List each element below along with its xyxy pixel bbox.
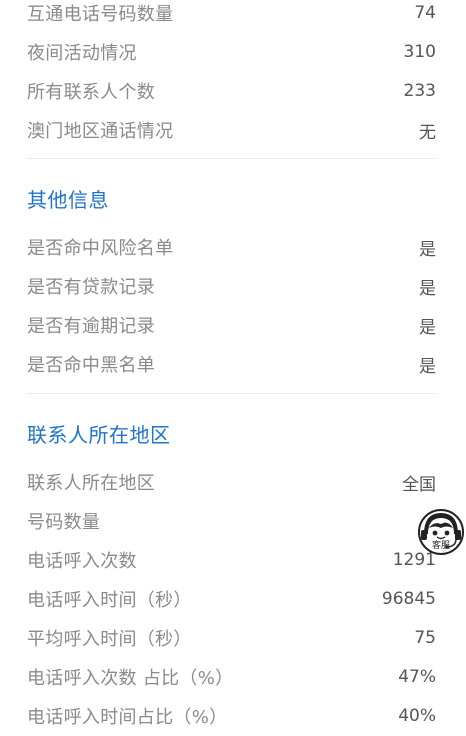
- section-divider: [27, 158, 436, 159]
- section-title-other-info: 其他信息: [27, 188, 109, 212]
- row-value: 是: [419, 356, 436, 377]
- summary-row-mutual-numbers: 互通电话号码数量 74: [27, 0, 436, 26]
- row-label: 是否有贷款记录: [27, 277, 156, 298]
- row-label: 是否有逾期记录: [27, 316, 156, 337]
- row-label: 澳门地区通话情况: [27, 121, 174, 142]
- section-divider: [27, 393, 436, 394]
- row-value: 74: [414, 3, 436, 23]
- region-row-incoming-time: 电话呼入时间（秒） 96845: [27, 586, 436, 612]
- other-row-risk-list: 是否命中风险名单 是: [27, 234, 436, 260]
- row-label: 互通电话号码数量: [27, 4, 174, 25]
- row-value: 310: [403, 42, 436, 62]
- row-label: 电话呼入次数: [27, 551, 137, 572]
- row-label: 电话呼入时间占比（%）: [27, 707, 228, 728]
- other-row-loan-record: 是否有贷款记录 是: [27, 273, 436, 299]
- region-row-calls-ratio: 电话呼入次数 占比（%） 47%: [27, 664, 436, 690]
- region-row-area: 联系人所在地区 全国: [27, 469, 436, 495]
- region-row-number-count: 号码数量 1: [27, 508, 436, 534]
- row-value: 75: [414, 628, 436, 648]
- row-value: 无: [419, 122, 436, 143]
- row-label: 电话呼入时间（秒）: [27, 590, 192, 611]
- summary-row-macau-calls: 澳门地区通话情况 无: [27, 117, 436, 143]
- region-row-average-time: 平均呼入时间（秒） 75: [27, 625, 436, 651]
- customer-service-icon: 客服: [418, 509, 464, 555]
- row-value: 是: [419, 239, 436, 260]
- row-label: 电话呼入次数 占比（%）: [27, 668, 234, 689]
- other-row-blacklist: 是否命中黑名单 是: [27, 351, 436, 377]
- row-value: 96845: [381, 589, 436, 609]
- summary-row-contacts-count: 所有联系人个数 233: [27, 78, 436, 104]
- row-value: 全国: [402, 474, 436, 495]
- row-value: 40%: [398, 706, 436, 726]
- summary-row-night-activity: 夜间活动情况 310: [27, 39, 436, 65]
- other-row-overdue-record: 是否有逾期记录 是: [27, 312, 436, 338]
- customer-service-label: 客服: [432, 539, 450, 551]
- customer-service-button[interactable]: 客服: [416, 506, 466, 562]
- row-label: 所有联系人个数: [27, 82, 156, 103]
- section-title-contact-region: 联系人所在地区: [27, 423, 171, 447]
- row-value: 233: [403, 81, 436, 101]
- row-label: 是否命中黑名单: [27, 355, 156, 376]
- region-row-time-ratio: 电话呼入时间占比（%） 40%: [27, 703, 436, 729]
- row-value: 是: [419, 278, 436, 299]
- row-label: 夜间活动情况: [27, 43, 137, 64]
- region-row-incoming-calls: 电话呼入次数 1291: [27, 547, 436, 573]
- row-label: 联系人所在地区: [27, 473, 156, 494]
- row-value: 是: [419, 317, 436, 338]
- row-label: 号码数量: [27, 512, 101, 533]
- row-label: 平均呼入时间（秒）: [27, 629, 192, 650]
- row-value: 47%: [398, 667, 436, 687]
- report-page: 互通电话号码数量 74 夜间活动情况 310 所有联系人个数 233 澳门地区通…: [0, 0, 466, 736]
- row-label: 是否命中风险名单: [27, 238, 174, 259]
